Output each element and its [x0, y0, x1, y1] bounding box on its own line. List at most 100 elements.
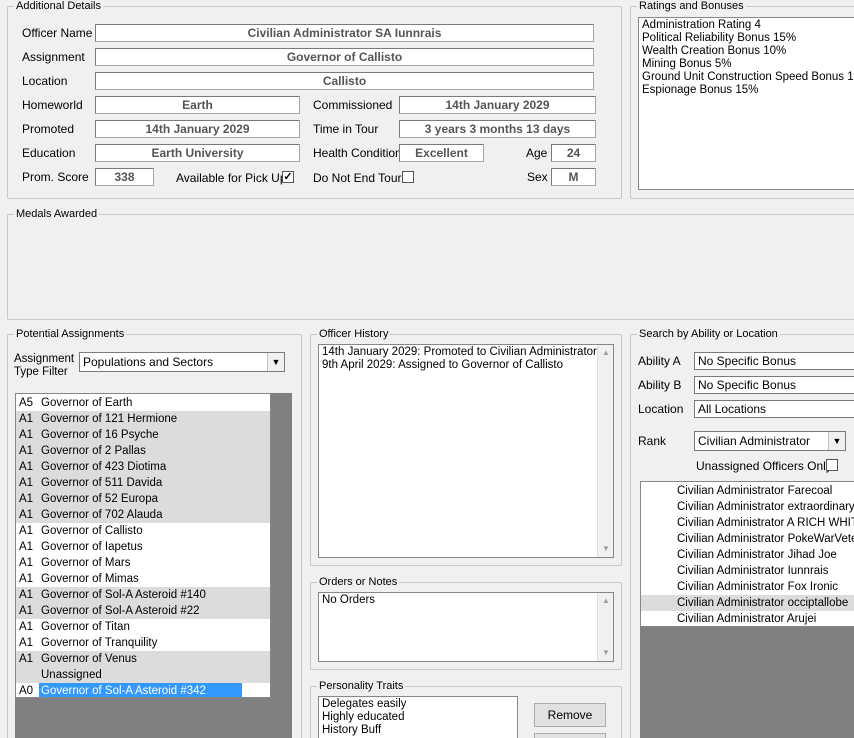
- assignment-code: A1: [19, 413, 34, 425]
- assignment-list-item[interactable]: A1 Governor of Callisto: [16, 523, 270, 539]
- assignment-code: A1: [19, 557, 34, 569]
- assignment-name: Governor of Titan: [41, 621, 130, 633]
- assignment-list-item[interactable]: A1 Governor of 16 Psyche: [16, 427, 270, 443]
- officer-list-item[interactable]: Civilian Administrator Arujei: [641, 611, 854, 626]
- assignment-name: Governor of 423 Diotima: [41, 461, 167, 473]
- assignment-name: Governor of 52 Europa: [41, 493, 158, 505]
- rank-label: Rank: [638, 434, 667, 448]
- assignment-list-item[interactable]: A1 Governor of Mars: [16, 555, 270, 571]
- officer-list-item[interactable]: Civilian Administrator occiptallobe: [641, 595, 854, 611]
- time-in-tour-field[interactable]: 3 years 3 months 13 days: [399, 120, 596, 138]
- assignment-list-item[interactable]: A1 Governor of 423 Diotima: [16, 459, 270, 475]
- officer-list-item[interactable]: Civilian Administrator Iunnrais: [641, 563, 854, 579]
- search-title: Search by Ability or Location: [637, 327, 780, 341]
- promoted-label: Promoted: [22, 122, 75, 136]
- officer-list-item[interactable]: Civilian Administrator Fox Ironic: [641, 579, 854, 595]
- potential-assignments-title: Potential Assignments: [14, 327, 127, 341]
- personality-list[interactable]: Delegates easily Highly educated History…: [318, 696, 518, 738]
- assignment-list-item[interactable]: A1 Governor of 511 Davida: [16, 475, 270, 491]
- promoted-field[interactable]: 14th January 2029: [95, 120, 300, 138]
- assignment-list-item[interactable]: A1 Governor of 2 Pallas: [16, 443, 270, 459]
- time-in-tour-label: Time in Tour: [313, 122, 379, 136]
- orders-text: No Orders: [322, 594, 376, 606]
- additional-details-title: Additional Details: [14, 0, 103, 13]
- assignment-list-item[interactable]: A1 Governor of Venus: [16, 651, 270, 667]
- scroll-up-icon[interactable]: ▲: [598, 593, 613, 609]
- assignment-list-item[interactable]: A1 Governor of 121 Hermione: [16, 411, 270, 427]
- rank-select[interactable]: Civilian Administrator ▼: [694, 431, 846, 451]
- orders-scrollbar[interactable]: ▲ ▼: [597, 593, 613, 661]
- assignment-name: Governor of Venus: [41, 653, 137, 665]
- filter-label: Assignment: [14, 353, 75, 365]
- assignment-code: A5: [19, 397, 34, 409]
- sex-field[interactable]: M: [551, 168, 596, 186]
- orders-textarea[interactable]: No Orders ▲ ▼: [318, 592, 614, 662]
- scroll-down-icon[interactable]: ▼: [598, 645, 613, 661]
- assignment-list-item[interactable]: A5 Governor of Earth: [16, 395, 270, 411]
- assignment-list-item[interactable]: A1 Governor of Tranquility: [16, 635, 270, 651]
- assignment-list-item[interactable]: A1 Governor of Mimas: [16, 571, 270, 587]
- assignment-name: Governor of Sol-A Asteroid #22: [41, 605, 200, 617]
- assignment-code: A1: [19, 509, 34, 521]
- assignment-code: A1: [19, 573, 34, 585]
- officer-list-item[interactable]: Civilian Administrator A RICH WHITE: [641, 515, 854, 531]
- medals-title: Medals Awarded: [14, 207, 100, 221]
- assignment-name: Governor of Mars: [41, 557, 131, 569]
- remove-trait-button[interactable]: Remove: [534, 703, 606, 727]
- officer-name-field[interactable]: Civilian Administrator SA Iunnrais: [95, 24, 594, 42]
- assignment-name: Governor of Sol-A Asteroid #342: [39, 683, 242, 697]
- ability-a-select[interactable]: No Specific Bonus: [694, 352, 854, 370]
- officer-list-item[interactable]: Civilian Administrator extraordinary: [641, 499, 854, 515]
- officer-name-label: Officer Name: [22, 26, 93, 40]
- ability-b-select[interactable]: No Specific Bonus: [694, 376, 854, 394]
- education-field[interactable]: Earth University: [95, 144, 300, 162]
- officer-list-item[interactable]: Civilian Administrator Farecoal: [641, 483, 854, 499]
- prom-score-field[interactable]: 338: [95, 168, 154, 186]
- unassigned-only-checkbox[interactable]: [826, 459, 838, 471]
- assignment-list-item[interactable]: Unassigned: [16, 667, 270, 683]
- prom-score-label: Prom. Score: [22, 170, 89, 184]
- assignment-field[interactable]: Governor of Callisto: [95, 48, 594, 66]
- assignment-list-item[interactable]: A1 Governor of Sol-A Asteroid #140: [16, 587, 270, 603]
- do-not-end-checkbox[interactable]: [402, 171, 414, 183]
- assignment-list-item[interactable]: A1 Governor of 702 Alauda: [16, 507, 270, 523]
- assignment-code: A1: [19, 653, 34, 665]
- assignment-type-filter[interactable]: Populations and Sectors ▼: [79, 352, 285, 372]
- history-scrollbar[interactable]: ▲ ▼: [597, 345, 613, 557]
- available-checkbox[interactable]: ✓: [282, 171, 294, 183]
- chevron-down-icon[interactable]: ▼: [267, 353, 284, 371]
- rating-item: Political Reliability Bonus 15%: [642, 32, 797, 44]
- scroll-down-icon[interactable]: ▼: [598, 541, 613, 557]
- assignment-name: Governor of 702 Alauda: [41, 509, 163, 521]
- assignment-code: A1: [19, 493, 34, 505]
- potential-assignments-list[interactable]: A5 Governor of Earth A1 Governor of 121 Her…: [15, 393, 271, 698]
- assignment-list-item[interactable]: A1 Governor of 52 Europa: [16, 491, 270, 507]
- commissioned-label: Commissioned: [313, 98, 393, 112]
- search-location-select[interactable]: All Locations: [694, 400, 854, 418]
- rating-item: Wealth Creation Bonus 10%: [642, 45, 787, 57]
- location-field[interactable]: Callisto: [95, 72, 594, 90]
- officer-history-list[interactable]: 14th January 2029: Promoted to Civilian …: [318, 344, 614, 558]
- assignment-label: Assignment: [22, 50, 85, 64]
- history-item: 14th January 2029: Promoted to Civilian …: [322, 346, 597, 358]
- assignment-name: Governor of Tranquility: [41, 637, 158, 649]
- add-trait-button[interactable]: [534, 733, 606, 738]
- assignment-list-item[interactable]: A1 Governor of Iapetus: [16, 539, 270, 555]
- assignment-list-item[interactable]: A1 Governor of Sol-A Asteroid #22: [16, 603, 270, 619]
- chevron-down-icon[interactable]: ▼: [828, 432, 845, 450]
- search-results-list[interactable]: Civilian Administrator Farecoal Civilian …: [640, 481, 854, 627]
- age-field[interactable]: 24: [551, 144, 596, 162]
- assignment-code: A1: [19, 637, 34, 649]
- assignment-name: Governor of Callisto: [41, 525, 143, 537]
- health-field[interactable]: Excellent: [399, 144, 484, 162]
- filter-label-2: Type Filter: [14, 366, 68, 378]
- commissioned-field[interactable]: 14th January 2029: [399, 96, 596, 114]
- assignment-list-item[interactable]: A0 Governor of Sol-A Asteroid #342: [16, 683, 270, 697]
- officer-list-item[interactable]: Civilian Administrator Jihad Joe: [641, 547, 854, 563]
- officer-list-item[interactable]: Civilian Administrator PokeWarVeteran: [641, 531, 854, 547]
- assignment-list-item[interactable]: A1 Governor of Titan: [16, 619, 270, 635]
- homeworld-field[interactable]: Earth: [95, 96, 300, 114]
- assignment-name: Governor of 511 Davida: [41, 477, 163, 489]
- scroll-up-icon[interactable]: ▲: [598, 345, 613, 361]
- trait-item: History Buff: [322, 724, 382, 736]
